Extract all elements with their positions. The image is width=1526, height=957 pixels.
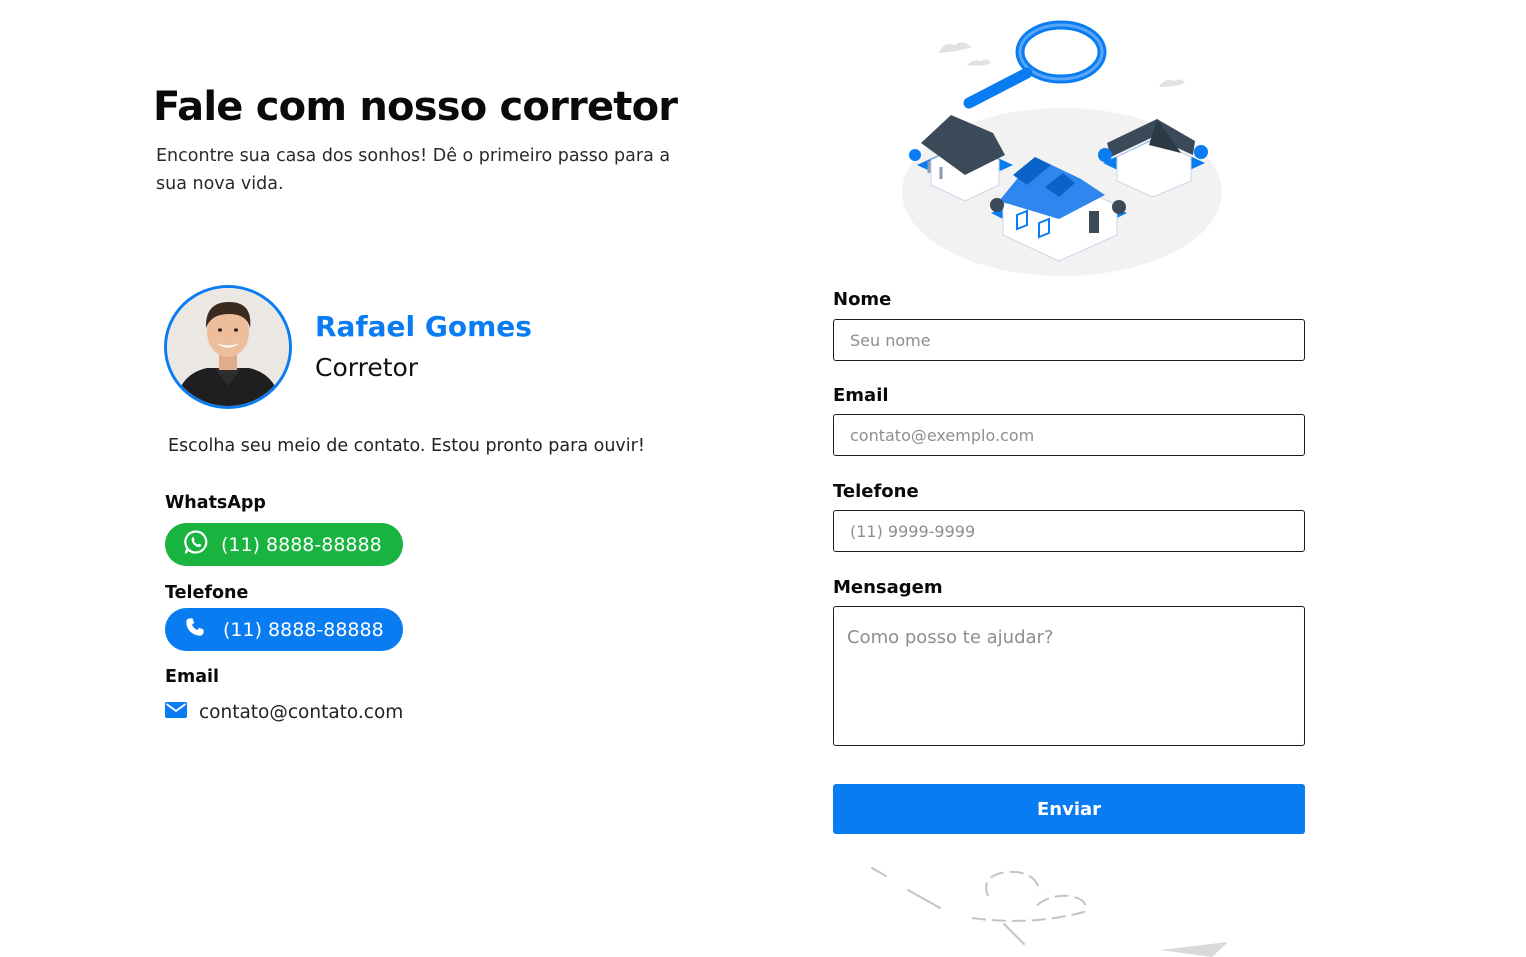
avatar <box>164 285 292 409</box>
email-address: contato@contato.com <box>199 702 404 723</box>
envelope-icon <box>165 702 199 723</box>
phone-field-label: Telefone <box>833 481 919 502</box>
phone-button[interactable]: (11) 8888-88888 <box>165 608 403 651</box>
submit-button[interactable]: Enviar <box>833 784 1305 834</box>
whatsapp-button[interactable]: (11) 8888-88888 <box>165 523 403 566</box>
whatsapp-label: WhatsApp <box>165 493 266 513</box>
email-label: Email <box>165 667 219 687</box>
message-field-label: Mensagem <box>833 577 943 598</box>
name-input[interactable] <box>833 319 1305 361</box>
phone-number: (11) 8888-88888 <box>223 618 384 641</box>
email-input[interactable] <box>833 414 1305 456</box>
whatsapp-icon <box>183 529 221 560</box>
agent-name: Rafael Gomes <box>315 310 532 343</box>
agent-role: Corretor <box>315 353 419 382</box>
whatsapp-number: (11) 8888-88888 <box>221 533 382 556</box>
page-title: Fale com nosso corretor <box>153 84 678 130</box>
name-field-label: Nome <box>833 289 892 310</box>
phone-input[interactable] <box>833 510 1305 552</box>
email-contact[interactable]: contato@contato.com <box>165 702 403 723</box>
contact-intro: Escolha seu meio de contato. Estou pront… <box>168 436 645 456</box>
email-field-label: Email <box>833 385 889 406</box>
phone-icon <box>185 617 223 642</box>
phone-label: Telefone <box>165 583 249 603</box>
houses-illustration <box>895 15 1235 284</box>
page-subtitle: Encontre sua casa dos sonhos! Dê o prime… <box>156 146 671 194</box>
message-textarea[interactable] <box>833 606 1305 746</box>
paper-plane-decoration <box>860 860 1240 957</box>
